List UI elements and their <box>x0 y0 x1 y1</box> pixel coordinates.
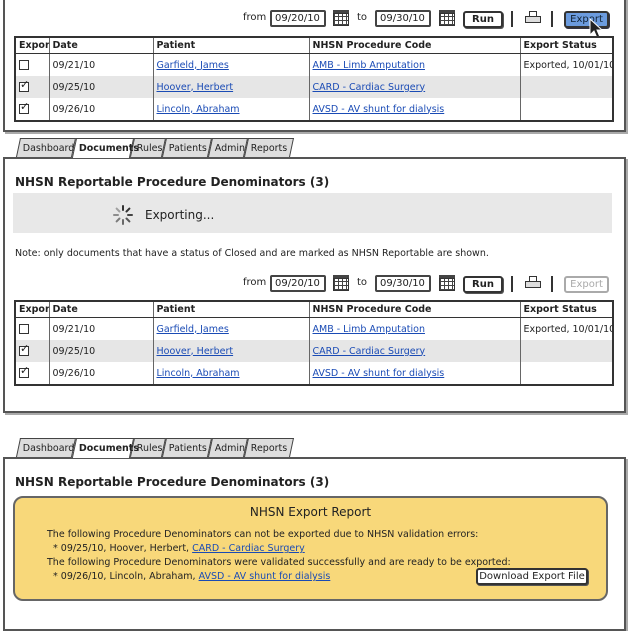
table-row: 09/25/10 Hoover, Herbert CARD - Cardiac … <box>15 76 614 98</box>
column-header[interactable]: Export <box>15 301 50 318</box>
from-date-input[interactable]: 09/20/10 <box>270 10 326 27</box>
patient-link[interactable]: Lincoln, Abraham <box>157 368 240 379</box>
export-status-cell: Exported, 10/01/10 <box>520 53 614 76</box>
from-date-input[interactable]: 09/20/10 <box>270 275 326 292</box>
export-checkbox[interactable] <box>19 100 29 114</box>
procedure-code-link[interactable]: AMB - Limb Amputation <box>313 324 425 335</box>
calendar-icon[interactable] <box>439 275 456 292</box>
date-cell: 09/25/10 <box>49 340 154 362</box>
column-header[interactable]: Patient <box>153 37 310 54</box>
procedure-code-link[interactable]: CARD - Cardiac Surgery <box>313 346 426 357</box>
column-header[interactable]: Export Status <box>520 37 614 54</box>
procedure-code-link[interactable]: AMB - Limb Amputation <box>313 60 425 71</box>
column-header[interactable]: Date <box>49 37 154 54</box>
from-label: from <box>243 277 267 288</box>
tab-admin[interactable]: Admin <box>207 438 249 457</box>
procedure-code-link[interactable]: AVSD - AV shunt for dialysis <box>313 368 445 379</box>
patient-link[interactable]: Lincoln, Abraham <box>157 104 240 115</box>
procedure-code-link[interactable]: AVSD - AV shunt for dialysis <box>313 104 445 115</box>
export-status-cell: Exported, 10/01/10 <box>520 317 614 340</box>
patient-link[interactable]: Garfield, James <box>157 324 229 335</box>
toolbar-divider <box>551 276 553 292</box>
toolbar-divider <box>551 11 553 27</box>
column-header[interactable]: NHSN Procedure Code <box>309 37 521 54</box>
export-checkbox[interactable] <box>19 364 29 378</box>
patient-link[interactable]: Hoover, Herbert <box>157 82 234 93</box>
page-title: NHSN Reportable Procedure Denominators (… <box>15 475 330 489</box>
toolbar-divider <box>511 276 513 292</box>
date-cell: 09/26/10 <box>49 362 154 385</box>
export-button[interactable]: Export <box>564 276 609 293</box>
export-checkbox[interactable] <box>19 78 29 92</box>
run-button[interactable]: Run <box>463 276 503 293</box>
busy-bar <box>13 193 612 233</box>
to-date-input[interactable]: 09/30/10 <box>375 275 431 292</box>
calendar-icon[interactable] <box>439 10 456 27</box>
export-checkbox[interactable] <box>19 324 29 334</box>
from-label: from <box>243 12 267 23</box>
procedure-code-link[interactable]: CARD - Cardiac Surgery <box>313 82 426 93</box>
print-icon[interactable] <box>525 11 541 25</box>
export-checkbox[interactable] <box>19 60 29 70</box>
column-header[interactable]: Export <box>15 37 50 54</box>
export-checkbox[interactable] <box>19 342 29 356</box>
column-header[interactable]: Export Status <box>520 301 614 318</box>
date-cell: 09/26/10 <box>49 98 154 121</box>
download-export-file-button[interactable]: Download Export File <box>476 568 588 585</box>
tab-dashboard[interactable]: Dashboard <box>15 138 77 157</box>
error-intro: The following Procedure Denominators can… <box>47 529 479 540</box>
tab-documents[interactable]: Documents <box>71 438 139 458</box>
ok-item: * 09/26/10, Lincoln, Abraham, AVSD - AV … <box>53 571 330 582</box>
export-report: NHSN Export Report The following Procedu… <box>13 496 608 601</box>
exporting-status: Exporting... <box>145 208 215 222</box>
filter-note: Note: only documents that have a status … <box>15 248 489 259</box>
tab-patients[interactable]: Patients <box>161 138 213 157</box>
export-status-cell <box>520 362 614 385</box>
run-button[interactable]: Run <box>463 11 503 28</box>
table-row: 09/25/10 Hoover, Herbert CARD - Cardiac … <box>15 340 614 362</box>
date-cell: 09/21/10 <box>49 53 154 76</box>
column-header[interactable]: Date <box>49 301 154 318</box>
to-date-input[interactable]: 09/30/10 <box>375 10 431 27</box>
page-title: NHSN Reportable Procedure Denominators (… <box>15 175 330 189</box>
procedure-code-link[interactable]: AVSD - AV shunt for dialysis <box>199 571 331 582</box>
table-row: 09/21/10 Garfield, James AMB - Limb Ampu… <box>15 53 614 76</box>
procedure-table: Export Date Patient NHSN Procedure Code … <box>14 300 614 386</box>
patient-link[interactable]: Garfield, James <box>157 60 229 71</box>
date-cell: 09/21/10 <box>49 317 154 340</box>
calendar-icon[interactable] <box>333 275 350 292</box>
export-status-cell <box>520 98 614 121</box>
patient-link[interactable]: Hoover, Herbert <box>157 346 234 357</box>
calendar-icon[interactable] <box>333 10 350 27</box>
report-title: NHSN Export Report <box>249 505 372 519</box>
print-icon[interactable] <box>525 276 541 290</box>
to-label: to <box>357 277 368 288</box>
tab-documents[interactable]: Documents <box>71 138 139 158</box>
toolbar-divider <box>511 11 513 27</box>
spinner-icon <box>113 205 133 225</box>
tab-admin[interactable]: Admin <box>207 138 249 157</box>
tab-reports[interactable]: Reports <box>243 438 295 457</box>
table-row: 09/26/10 Lincoln, Abraham AVSD - AV shun… <box>15 362 614 385</box>
column-header[interactable]: NHSN Procedure Code <box>309 301 521 318</box>
procedure-table: Export Date Patient NHSN Procedure Code … <box>14 36 614 122</box>
error-item-text: * 09/25/10, Hoover, Herbert, <box>53 543 190 554</box>
export-status-cell <box>520 76 614 98</box>
ok-intro: The following Procedure Denominators wer… <box>47 557 511 568</box>
tab-reports[interactable]: Reports <box>243 138 295 157</box>
nav-tabs: Dashboard Documents Rules Patients Admin… <box>15 138 318 158</box>
tab-patients[interactable]: Patients <box>161 438 213 457</box>
procedure-code-link[interactable]: CARD - Cardiac Surgery <box>192 543 305 554</box>
export-status-cell <box>520 340 614 362</box>
tab-dashboard[interactable]: Dashboard <box>15 438 77 457</box>
error-item: * 09/25/10, Hoover, Herbert, CARD - Card… <box>53 543 305 554</box>
table-row: 09/21/10 Garfield, James AMB - Limb Ampu… <box>15 317 614 340</box>
table-row: 09/26/10 Lincoln, Abraham AVSD - AV shun… <box>15 98 614 121</box>
nav-tabs: Dashboard Documents Rules Patients Admin… <box>15 438 318 458</box>
date-cell: 09/25/10 <box>49 76 154 98</box>
to-label: to <box>357 12 368 23</box>
ok-item-text: * 09/26/10, Lincoln, Abraham, <box>53 571 196 582</box>
column-header[interactable]: Patient <box>153 301 310 318</box>
